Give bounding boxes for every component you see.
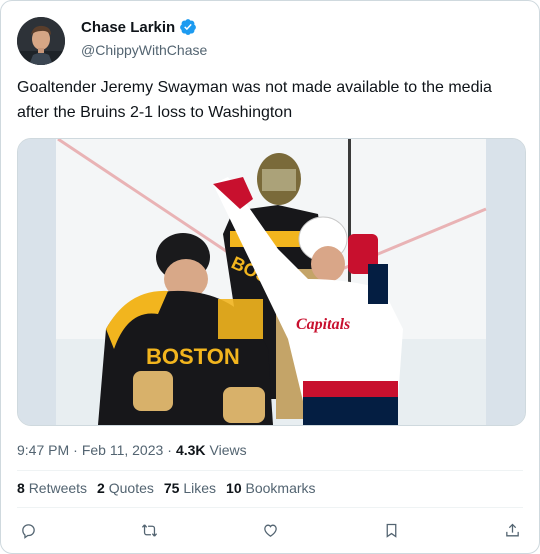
- avatar[interactable]: [17, 17, 65, 65]
- tweet-card: Chase Larkin @ChippyWithChase Goaltender…: [0, 0, 540, 554]
- meta-separator: ·: [73, 442, 78, 458]
- tweet-meta: 9:47 PM · Feb 11, 2023 · 4.3K Views: [17, 442, 247, 458]
- retweets-stat[interactable]: 8 Retweets: [17, 480, 87, 496]
- author-name-row: Chase Larkin: [81, 18, 197, 36]
- views-label: Views: [209, 442, 247, 458]
- tweet-stats: 8 Retweets 2 Quotes 75 Likes 10 Bookmark…: [17, 480, 316, 496]
- divider: [17, 470, 523, 471]
- verified-badge-icon: [180, 19, 197, 35]
- like-button[interactable]: [259, 519, 281, 541]
- author-handle[interactable]: @ChippyWithChase: [81, 42, 207, 58]
- meta-separator: ·: [167, 442, 172, 458]
- retweet-icon: [141, 523, 157, 537]
- reply-icon: [21, 523, 35, 539]
- tweet-actions: [17, 517, 523, 543]
- reply-button[interactable]: [17, 519, 39, 541]
- retweet-button[interactable]: [138, 519, 160, 541]
- share-icon: [505, 523, 519, 536]
- author-display-name[interactable]: Chase Larkin: [81, 19, 175, 36]
- divider: [17, 507, 523, 508]
- bookmarks-stat[interactable]: 10 Bookmarks: [226, 480, 316, 496]
- hockey-photo: BOSTON BOSTON: [18, 139, 525, 425]
- share-button[interactable]: [501, 519, 523, 541]
- likes-stat[interactable]: 75 Likes: [164, 480, 216, 496]
- views-count: 4.3K: [175, 442, 206, 458]
- bruins-jersey-text: BOSTON: [146, 344, 240, 369]
- tweet-time[interactable]: 9:47 PM: [17, 442, 69, 458]
- like-icon: [263, 524, 277, 537]
- tweet-media-image[interactable]: BOSTON BOSTON: [17, 138, 526, 426]
- bookmark-icon: [386, 523, 396, 538]
- bookmark-button[interactable]: [380, 519, 402, 541]
- tweet-text: Goaltender Jeremy Swayman was not made a…: [17, 79, 492, 121]
- avatar-image: [17, 17, 65, 65]
- quotes-stat[interactable]: 2 Quotes: [97, 480, 154, 496]
- capitals-jersey-text: Capitals: [296, 316, 350, 333]
- tweet-date[interactable]: Feb 11, 2023: [82, 442, 163, 458]
